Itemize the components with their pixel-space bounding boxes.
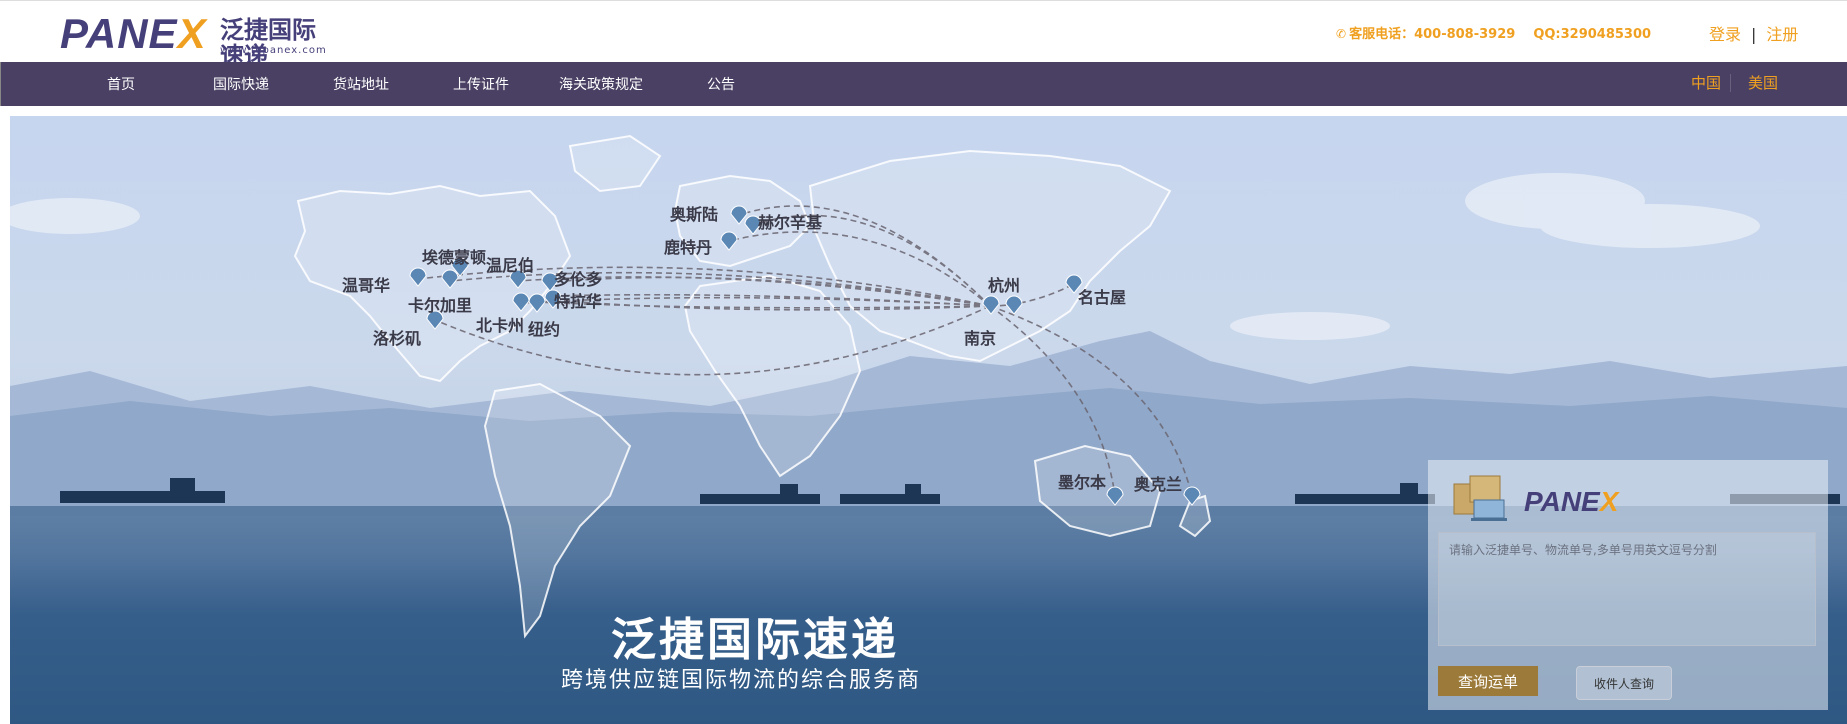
query-waybill-button[interactable]: 查询运单 (1438, 666, 1538, 696)
city-label-vancouver: 温哥华 (342, 276, 391, 295)
main-nav: 首页 国际快递 货站地址 上传证件 海关政策规定 公告 中国 美国 (0, 62, 1847, 106)
city-label-oslo: 奥斯陆 (670, 205, 719, 224)
nav-item-announcement[interactable]: 公告 (707, 74, 735, 94)
auth-divider: | (1751, 25, 1757, 44)
tracking-logo-wordmark: PANEX (1524, 486, 1619, 517)
tracking-number-input[interactable] (1438, 532, 1816, 646)
package-icon (1453, 475, 1507, 521)
city-label-delaware: 特拉华 (554, 292, 603, 311)
register-link[interactable]: 注册 (1766, 25, 1798, 44)
auth-links: 登录 | 注册 (1709, 21, 1798, 45)
tracking-panel: PANEX 查询运单 收件人查询 (1428, 460, 1828, 710)
qq-label: QQ:3290485300 (1533, 27, 1652, 42)
nav-item-warehouse-address[interactable]: 货站地址 (333, 74, 389, 94)
contact-info: ✆ 客服电话：400-808-3929 QQ:3290485300 (1336, 23, 1651, 42)
region-divider (1730, 74, 1731, 92)
nav-item-customs-policy[interactable]: 海关政策规定 (559, 74, 643, 94)
phone-icon: ✆ (1336, 27, 1347, 41)
region-usa[interactable]: 美国 (1748, 72, 1778, 93)
greenland (568, 134, 662, 193)
phone-label: 客服电话：400-808-3929 (1349, 27, 1516, 42)
logo[interactable]: PANEX 泛捷国际速递 www.fepanex.com (60, 10, 330, 70)
nav-item-upload-documents[interactable]: 上传证件 (453, 74, 509, 94)
city-label-toronto: 多伦多 (554, 270, 603, 289)
banner-title: 泛捷国际速递 (611, 613, 900, 666)
city-label-helsinki: 赫尔辛基 (758, 213, 823, 232)
tracking-logo: PANEX (1444, 470, 1624, 521)
nav-item-home[interactable]: 首页 (107, 74, 135, 94)
city-label-los-angeles: 洛杉矶 (373, 329, 422, 348)
banner-subtitle: 跨境供应链国际物流的综合服务商 (561, 668, 922, 693)
city-label-edmonton: 埃德蒙顿 (422, 248, 487, 267)
city-label-calgary: 卡尔加里 (408, 296, 473, 315)
header: PANEX 泛捷国际速递 www.fepanex.com ✆ 客服电话：400-8… (0, 0, 1847, 70)
login-link[interactable]: 登录 (1709, 25, 1741, 44)
receiver-query-button[interactable]: 收件人查询 (1576, 666, 1672, 700)
city-label-north-carolina: 北卡州 (476, 316, 525, 335)
city-label-winnipeg: 温尼伯 (486, 256, 535, 275)
city-label-nagoya: 名古屋 (1078, 288, 1127, 307)
city-label-hangzhou: 杭州 (988, 276, 1021, 295)
logo-url: www.fepanex.com (220, 45, 327, 56)
city-label-melbourne: 墨尔本 (1058, 473, 1107, 492)
city-label-rotterdam: 鹿特丹 (664, 238, 713, 257)
nav-item-international-express[interactable]: 国际快递 (213, 74, 269, 94)
city-label-auckland: 奥克兰 (1134, 475, 1183, 494)
city-label-nanjing: 南京 (964, 329, 997, 348)
logo-wordmark: PANEX (60, 10, 207, 57)
region-china[interactable]: 中国 (1691, 72, 1721, 93)
city-label-new-york: 纽约 (528, 320, 561, 339)
